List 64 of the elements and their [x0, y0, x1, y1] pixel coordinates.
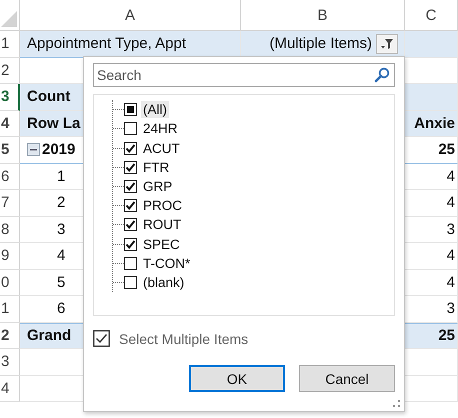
checkbox[interactable] — [124, 256, 137, 270]
checkbox[interactable] — [124, 276, 137, 289]
cell-text: 25 — [438, 327, 455, 344]
column-header[interactable]: B — [241, 0, 405, 30]
collapse-icon[interactable] — [27, 143, 40, 156]
checkbox-label[interactable]: Select Multiple Items — [119, 330, 248, 346]
cell-text: 6 — [57, 300, 66, 318]
cell-text: Anxie — [414, 114, 455, 132]
checkbox[interactable] — [124, 142, 137, 154]
list-item[interactable]: (blank) — [141, 274, 186, 291]
cell-text: 3 — [446, 220, 455, 238]
checkbox[interactable] — [124, 122, 137, 136]
list-item[interactable]: ROUT — [141, 216, 184, 234]
cell-text: 4 — [446, 274, 455, 291]
checkbox[interactable] — [124, 160, 137, 174]
checkbox[interactable] — [124, 180, 137, 193]
row-header[interactable]: 5 — [0, 137, 20, 164]
cell-text: 3 — [446, 300, 455, 318]
filter-button[interactable] — [376, 34, 398, 54]
list-item[interactable]: 24HR — [141, 120, 180, 138]
cell-text: 1 — [57, 168, 66, 185]
list-item[interactable]: PROC — [141, 197, 184, 214]
row-header[interactable]: 6 — [0, 164, 20, 190]
search-field[interactable]: Search — [93, 63, 395, 87]
cell-text: Row La — [27, 114, 80, 132]
checkbox[interactable] — [124, 199, 137, 212]
cell-text: (Multiple Items) — [269, 35, 372, 52]
list-item[interactable]: SPEC — [141, 236, 182, 253]
checkbox[interactable] — [93, 330, 110, 347]
cell-text: 4 — [446, 194, 455, 212]
cell-text: 4 — [446, 168, 455, 185]
checkbox[interactable] — [124, 103, 137, 116]
cell-text: 25 — [438, 141, 455, 158]
cell-text: 5 — [57, 274, 66, 291]
row-header[interactable]: 2 — [0, 58, 20, 84]
row-header[interactable]: 0 — [0, 270, 20, 296]
column-header[interactable]: C — [405, 0, 458, 30]
list-item[interactable]: FTR — [141, 158, 172, 176]
list-item[interactable]: T-CON* — [141, 254, 192, 272]
row-header[interactable]: 9 — [0, 243, 20, 270]
cell-text: 2019 — [42, 141, 76, 158]
search-icon[interactable] — [374, 67, 390, 83]
row-header[interactable]: 1 — [0, 296, 20, 322]
cancel-button[interactable]: Cancel — [299, 365, 395, 392]
checkbox[interactable] — [124, 218, 137, 232]
row-header[interactable]: 4 — [0, 376, 20, 402]
ok-button[interactable]: OK — [189, 365, 285, 392]
column-header[interactable]: A — [20, 0, 241, 30]
cell-text: 4 — [446, 247, 455, 264]
cell-text: Appointment Type, Appt — [27, 35, 186, 52]
row-header[interactable]: 7 — [0, 190, 20, 216]
row-header[interactable]: 8 — [0, 216, 20, 243]
cell-text: 3 — [57, 220, 66, 238]
cell-text: 2 — [57, 194, 66, 212]
resize-grip-icon[interactable] — [393, 400, 401, 408]
list-item[interactable]: (All) — [141, 101, 169, 118]
cell-text: Count — [27, 88, 70, 106]
filter-icon[interactable] — [380, 38, 394, 50]
list-item[interactable]: ACUT — [141, 140, 182, 156]
checkbox[interactable] — [124, 238, 137, 251]
list-item[interactable]: GRP — [141, 178, 174, 195]
row-header[interactable]: 3 — [0, 349, 20, 376]
cell-text: 4 — [57, 247, 66, 264]
cell-text: Grand — [27, 327, 72, 344]
